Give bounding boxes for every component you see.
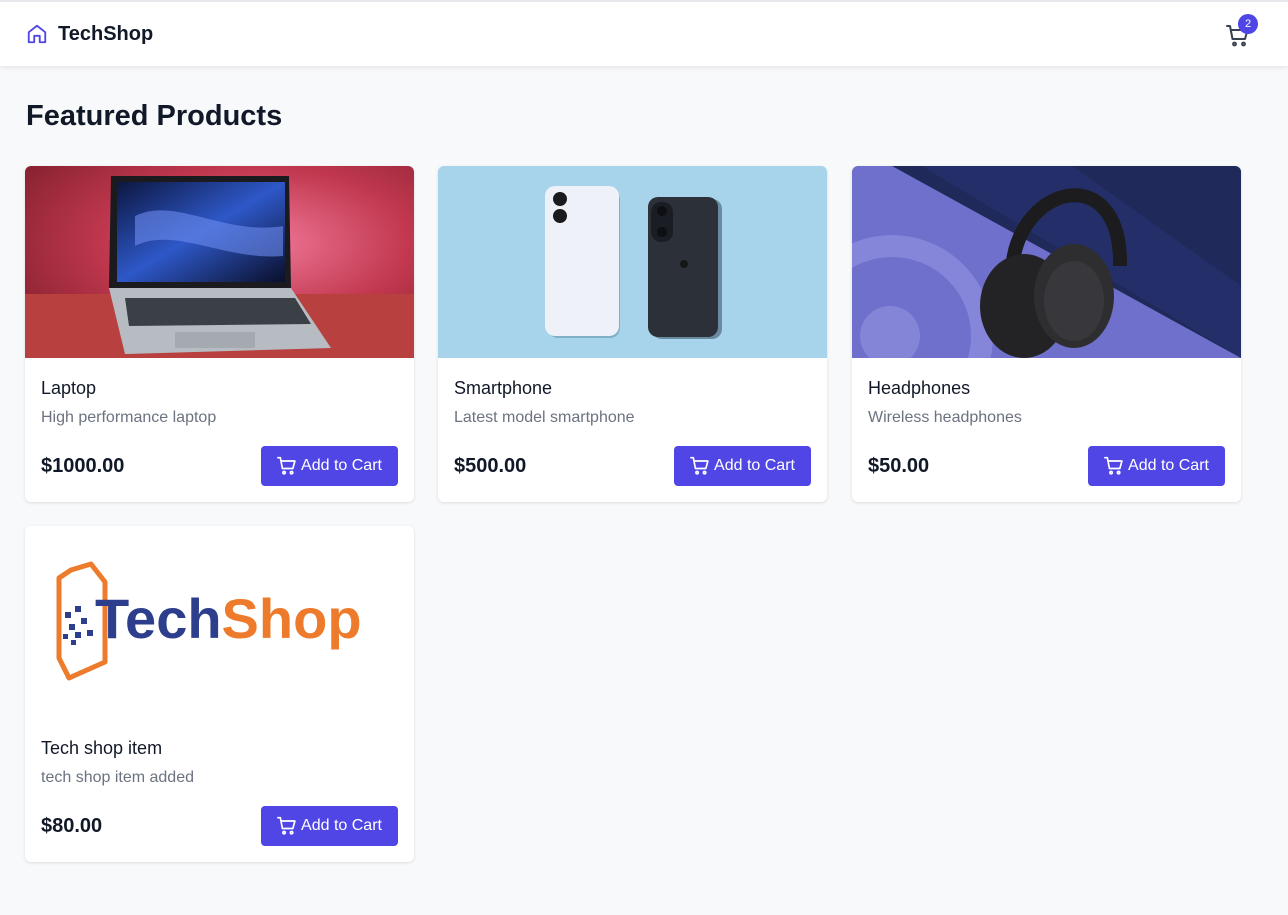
product-card: Smartphone Latest model smartphone $500.… (438, 166, 827, 502)
product-name: Smartphone (454, 378, 553, 398)
add-to-cart-label: Add to Cart (301, 817, 382, 834)
card-body: Tech shop item tech shop item added $80.… (25, 718, 414, 862)
product-name: Tech shop item (41, 738, 163, 758)
techshop-logo-image: TechShop (25, 526, 414, 718)
laptop-image (25, 166, 414, 358)
card-footer: $50.00 Add to Cart (868, 446, 1225, 486)
product-description: Latest model smartphone (454, 409, 635, 426)
card-body: Headphones Wireless headphones $50.00 Ad… (852, 358, 1241, 502)
cart-button[interactable]: 2 (1226, 14, 1258, 48)
smartphone-image (438, 166, 827, 358)
product-description: Wireless headphones (868, 409, 1022, 426)
product-card: Laptop High performance laptop $1000.00 … (25, 166, 414, 502)
card-body: Laptop High performance laptop $1000.00 … (25, 358, 414, 502)
product-card: TechShop Tech shop item tech shop item a… (25, 526, 414, 862)
card-footer: $1000.00 Add to Cart (41, 446, 398, 486)
product-description: High performance laptop (41, 409, 217, 426)
shopping-cart-icon (690, 456, 709, 475)
shopping-cart-icon (277, 816, 296, 835)
product-price: $500.00 (454, 454, 527, 477)
card-footer: $500.00 Add to Cart (454, 446, 811, 486)
shopping-cart-icon (1104, 456, 1123, 475)
add-to-cart-button[interactable]: Add to Cart (674, 446, 811, 486)
brand-name: TechShop (58, 22, 154, 45)
cart-count-badge: 2 (1238, 14, 1258, 34)
svg-text:TechShop: TechShop (95, 587, 362, 650)
home-icon (27, 24, 47, 44)
product-description: tech shop item added (41, 769, 194, 786)
card-footer: $80.00 Add to Cart (41, 806, 398, 846)
add-to-cart-label: Add to Cart (714, 457, 795, 474)
add-to-cart-label: Add to Cart (301, 457, 382, 474)
product-name: Headphones (868, 378, 971, 398)
product-price: $80.00 (41, 814, 103, 837)
page-title: Featured Products (26, 100, 283, 132)
card-body: Smartphone Latest model smartphone $500.… (438, 358, 827, 502)
product-card: Headphones Wireless headphones $50.00 Ad… (852, 166, 1241, 502)
add-to-cart-button[interactable]: Add to Cart (261, 446, 398, 486)
headphones-image (852, 166, 1241, 358)
add-to-cart-label: Add to Cart (1128, 457, 1209, 474)
shopping-cart-icon (277, 456, 296, 475)
add-to-cart-button[interactable]: Add to Cart (261, 806, 398, 846)
product-price: $1000.00 (41, 454, 125, 477)
product-price: $50.00 (868, 454, 930, 477)
navbar: TechShop 2 (0, 0, 1288, 66)
add-to-cart-button[interactable]: Add to Cart (1088, 446, 1225, 486)
product-name: Laptop (41, 378, 97, 398)
brand[interactable]: TechShop (26, 23, 153, 46)
